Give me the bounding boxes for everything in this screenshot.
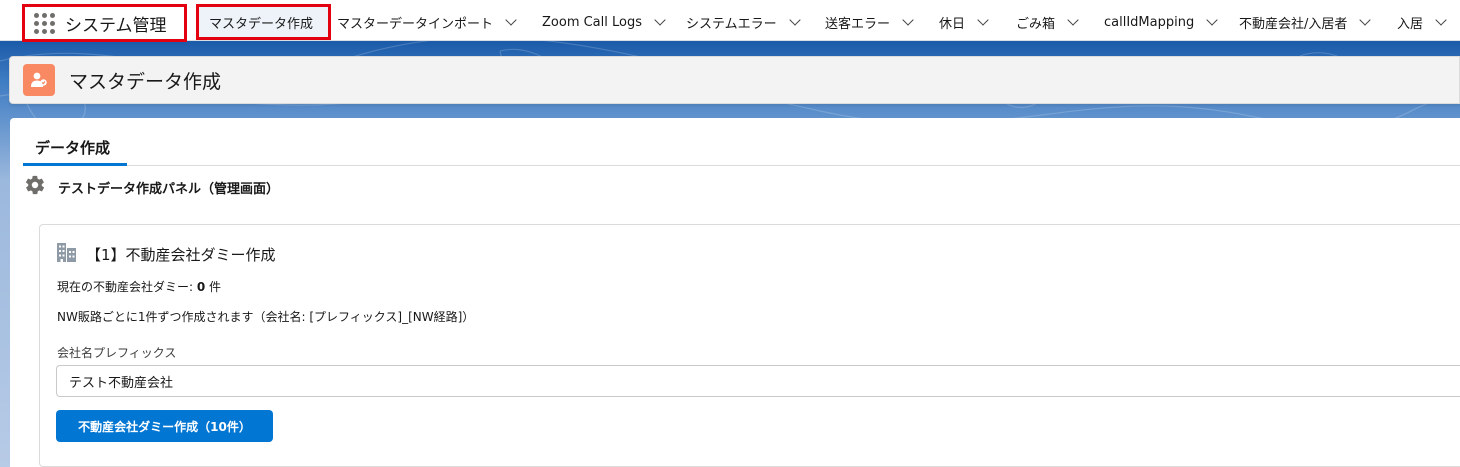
main-card: データ作成 テストデータ作成パネル（管理画面） 【1】不動産会社ダミー作成 現在…	[10, 118, 1460, 467]
company-prefix-input[interactable]	[56, 365, 1460, 397]
app-launcher[interactable]: システム管理	[22, 4, 187, 42]
nav-tab-move-in[interactable]: 入居	[1397, 4, 1447, 40]
nav-tab-label: callIdMapping	[1104, 14, 1195, 30]
chevron-down-icon[interactable]	[505, 13, 517, 26]
nav-tab-zoom-call-logs[interactable]: Zoom Call Logs	[542, 4, 666, 40]
nav-tab-label: 送客エラー	[825, 16, 891, 32]
nav-tab-master-data[interactable]: マスタデータ作成	[196, 4, 331, 40]
nav-tab-recycle-bin[interactable]: ごみ箱	[1016, 4, 1079, 40]
nav-tab-label: 休日	[939, 16, 966, 32]
building-icon	[56, 241, 78, 267]
nav-tab-real-estate-resident[interactable]: 不動産会社/入居者	[1239, 4, 1372, 40]
count-label: 現在の不動産会社ダミー:	[57, 280, 197, 294]
nav-tab-label: マスターデータインポート	[337, 16, 494, 32]
global-nav: システム管理 マスタデータ作成 マスターデータインポート Zoom Call L…	[0, 0, 1460, 42]
app-launcher-icon[interactable]	[31, 10, 57, 36]
chevron-down-icon[interactable]	[1359, 13, 1372, 26]
tab-data-create[interactable]: データ作成	[23, 130, 127, 166]
chevron-down-icon[interactable]	[977, 13, 989, 26]
nav-tab-master-import[interactable]: マスターデータインポート	[337, 4, 517, 40]
nav-tab-send-error[interactable]: 送客エラー	[825, 4, 914, 40]
nav-tab-call-id-mapping[interactable]: callIdMapping	[1104, 4, 1218, 40]
chevron-down-icon[interactable]	[654, 13, 666, 26]
nav-tab-label: ごみ箱	[1016, 16, 1056, 32]
chevron-down-icon[interactable]	[788, 13, 801, 26]
count-unit: 件	[205, 280, 222, 294]
gear-icon	[24, 174, 46, 200]
section-real-estate-dummy: 【1】不動産会社ダミー作成 現在の不動産会社ダミー: 0 件 NW販路ごとに1件…	[39, 224, 1460, 467]
nav-tab-holiday[interactable]: 休日	[939, 4, 989, 40]
page-header: マスタデータ作成	[9, 56, 1460, 104]
panel-header: テストデータ作成パネル（管理画面）	[24, 175, 279, 199]
nav-tab-label: Zoom Call Logs	[542, 14, 643, 30]
page-title: マスタデータ作成	[69, 70, 222, 93]
dummy-count: 現在の不動産会社ダミー: 0 件	[57, 278, 221, 295]
chevron-down-icon[interactable]	[1067, 13, 1079, 26]
chevron-down-icon[interactable]	[1206, 13, 1218, 26]
nav-tab-label: システムエラー	[686, 16, 777, 32]
section-header: 【1】不動産会社ダミー作成	[56, 241, 276, 267]
company-prefix-label: 会社名プレフィックス	[57, 346, 177, 360]
tabset: データ作成	[23, 130, 1460, 166]
user-record-icon	[23, 64, 55, 96]
nav-tab-system-error[interactable]: システムエラー	[686, 4, 801, 40]
creation-note: NW販路ごとに1件ずつ作成されます（会社名: [プレフィックス]_[NW経路]）	[57, 310, 475, 324]
nav-tab-label: 不動産会社/入居者	[1239, 16, 1348, 32]
create-real-estate-dummy-button[interactable]: 不動産会社ダミー作成（10件）	[56, 410, 273, 442]
app-name: システム管理	[65, 15, 167, 36]
count-value: 0	[196, 280, 206, 294]
panel-title: テストデータ作成パネル（管理画面）	[58, 181, 280, 197]
nav-tab-label: 入居	[1397, 16, 1424, 32]
chevron-down-icon[interactable]	[1435, 13, 1447, 26]
chevron-down-icon[interactable]	[902, 13, 914, 26]
section-title: 【1】不動産会社ダミー作成	[86, 245, 276, 264]
nav-tab-label: マスタデータ作成	[209, 16, 314, 32]
